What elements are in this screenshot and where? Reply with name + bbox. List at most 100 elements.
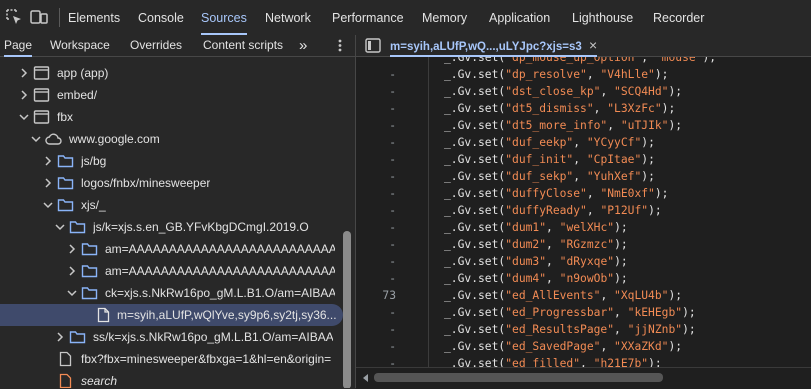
script-file-icon <box>97 307 110 323</box>
code-lines[interactable]: _.Gv.set("dp_mouse_up_option", "mouse");… <box>356 57 811 367</box>
tree-item-app[interactable]: app (app) <box>0 62 343 84</box>
tree-item-folder[interactable]: ss/k=xjs.s.NkRw16po_gM.L.B1.O/am=AIBAAAA… <box>0 326 343 348</box>
tree-item-folder[interactable]: js/bg <box>0 150 343 172</box>
tab-recorder[interactable]: Recorder <box>653 0 704 35</box>
code-line[interactable]: - _.Gv.set("duf_init", "CpItae"); <box>356 151 811 168</box>
code-line[interactable]: - _.Gv.set("dp_resolve", "V4hLle"); <box>356 66 811 83</box>
sources-navigator: Page Workspace Overrides Content scripts… <box>0 35 355 388</box>
code-line[interactable]: - _.Gv.set("ed_ResultsPage", "jjNZnb"); <box>356 321 811 338</box>
tree-item-document[interactable]: fbx?fbx=minesweeper&fbxga=1&hl=en&origin… <box>0 348 343 370</box>
chevron-down-icon[interactable] <box>42 199 54 211</box>
code-line[interactable]: - _.Gv.set("duffyReady", "P12Uf"); <box>356 202 811 219</box>
tree-item-folder[interactable]: logos/fnbx/minesweeper <box>0 172 343 194</box>
more-tabs-icon[interactable]: » <box>299 35 307 56</box>
tab-sources[interactable]: Sources <box>201 0 247 35</box>
line-number[interactable]: - <box>356 100 396 117</box>
line-number[interactable]: - <box>356 168 396 185</box>
device-toolbar-icon[interactable] <box>29 7 49 27</box>
line-number[interactable]: 73 <box>356 287 396 304</box>
tree-item-folder[interactable]: am=AAAAAAAAAAAAAAAAAAAAAAAAAAAAAAAAAAAAA… <box>0 260 343 282</box>
line-number[interactable]: - <box>356 219 396 236</box>
code-line[interactable]: - _.Gv.set("ed_SavedPage", "XXaZKd"); <box>356 338 811 355</box>
line-number[interactable]: - <box>356 83 396 100</box>
code-line[interactable]: - _.Gv.set("duffyClose", "NmE0xf"); <box>356 185 811 202</box>
line-number[interactable]: - <box>356 117 396 134</box>
tree-item-folder[interactable]: am=AAAAAAAAAAAAAAAAAAAAAAAAAAAAAAAAAAAAA… <box>0 238 343 260</box>
tree-item-search[interactable]: search <box>0 370 343 388</box>
code-line[interactable]: - _.Gv.set("duf_sekp", "YuhXef"); <box>356 168 811 185</box>
line-number[interactable]: - <box>356 270 396 287</box>
editor-horizontal-scrollbar[interactable] <box>356 367 811 389</box>
inspect-element-icon[interactable] <box>4 7 24 27</box>
horizontal-scroll-thumb[interactable] <box>374 373 663 382</box>
code-line[interactable]: - _.Gv.set("dst_close_kp", "SCQ4Hd"); <box>356 83 811 100</box>
navigator-tabs: Page Workspace Overrides Content scripts… <box>0 35 355 57</box>
tab-memory[interactable]: Memory <box>422 0 467 35</box>
code-line[interactable]: - _.Gv.set("dum2", "RGzmzc"); <box>356 236 811 253</box>
chevron-down-icon[interactable] <box>54 221 66 233</box>
code-line[interactable]: - _.Gv.set("dum4", "n9owOb"); <box>356 270 811 287</box>
tree-item-label: ss/k=xjs.s.NkRw16po_gM.L.B1.O/am=AIBAAAA… <box>93 330 333 344</box>
code-line[interactable]: 73 _.Gv.set("ed_AllEvents", "XqLU4b"); <box>356 287 811 304</box>
chevron-right-icon[interactable] <box>66 243 78 255</box>
code-line[interactable]: - _.Gv.set("ed_Progressbar", "kEHEgb"); <box>356 304 811 321</box>
chevron-down-icon[interactable] <box>30 133 42 145</box>
tab-console[interactable]: Console <box>138 0 184 35</box>
line-number[interactable]: - <box>356 202 396 219</box>
tree-item-embed[interactable]: embed/ <box>0 84 343 106</box>
chevron-right-icon[interactable] <box>42 155 54 167</box>
tree-item-domain[interactable]: www.google.com <box>0 128 343 150</box>
navigator-scrollbar[interactable] <box>343 231 351 388</box>
chevron-right-icon[interactable] <box>54 331 66 343</box>
tree-item-folder[interactable]: js/k=xjs.s.en_GB.YFvKbgDCmgI.2019.O <box>0 216 343 238</box>
code-line[interactable]: - _.Gv.set("duf_eekp", "YCyyCf"); <box>356 134 811 151</box>
chevron-down-icon[interactable] <box>66 287 78 299</box>
more-options-icon[interactable] <box>336 38 344 53</box>
tab-elements[interactable]: Elements <box>68 0 120 35</box>
line-number[interactable]: - <box>356 134 396 151</box>
tab-content-scripts[interactable]: Content scripts <box>203 35 283 56</box>
toggle-navigator-icon[interactable] <box>365 38 381 53</box>
tab-workspace[interactable]: Workspace <box>50 35 110 56</box>
chevron-right-icon[interactable] <box>42 177 54 189</box>
tab-overrides[interactable]: Overrides <box>130 35 182 56</box>
code-line[interactable]: - _.Gv.set("dum1", "welXHc"); <box>356 219 811 236</box>
tab-page[interactable]: Page <box>4 35 33 57</box>
line-number[interactable]: - <box>356 151 396 168</box>
tab-lighthouse[interactable]: Lighthouse <box>572 0 633 35</box>
tree-item-fbx[interactable]: fbx <box>0 106 343 128</box>
tree-item-folder[interactable]: ck=xjs.s.NkRw16po_gM.L.B1.O/am=AIBAAAAAA… <box>0 282 343 304</box>
line-number[interactable]: - <box>356 304 396 321</box>
code-text: _.Gv.set("dum4", "n9owOb"); <box>444 272 628 285</box>
tree-item-selected-file[interactable]: m=syih,aLUfP,wQlYve,sy9p6,sy2tj,sy36... <box>0 304 343 326</box>
code-line[interactable]: _.Gv.set("dp_mouse_up_option", "mouse"); <box>356 57 811 66</box>
tree-item-folder[interactable]: xjs/_ <box>0 194 343 216</box>
chevron-right-icon[interactable] <box>66 265 78 277</box>
code-text: _.Gv.set("dt5_dismiss", "L3XzFc"); <box>444 102 676 115</box>
line-number[interactable]: - <box>356 236 396 253</box>
code-line[interactable]: - _.Gv.set("dum3", "dRyxqe"); <box>356 253 811 270</box>
chevron-right-icon[interactable] <box>18 67 30 79</box>
chevron-right-icon[interactable] <box>18 89 30 101</box>
chevron-down-icon[interactable] <box>18 111 30 123</box>
script-file-icon <box>59 373 72 388</box>
code-text: _.Gv.set("ed_AllEvents", "XqLU4b"); <box>444 289 683 302</box>
tab-performance[interactable]: Performance <box>332 0 404 35</box>
tab-network[interactable]: Network <box>265 0 311 35</box>
code-line[interactable]: - _.Gv.set("ed_filled", "h21E7b"); <box>356 355 811 367</box>
editor-file-tab[interactable]: m=syih,aLUfP,wQ...,uLYJpc?xjs=s3 × <box>390 35 598 57</box>
line-number[interactable]: - <box>356 355 396 367</box>
code-line[interactable]: - _.Gv.set("dt5_more_info", "uTJIk"); <box>356 117 811 134</box>
line-number[interactable]: - <box>356 66 396 83</box>
close-tab-icon[interactable]: × <box>589 37 597 53</box>
tree-item-label: www.google.com <box>69 132 160 146</box>
line-number[interactable]: - <box>356 321 396 338</box>
code-text: _.Gv.set("duffyReady", "P12Uf"); <box>444 204 662 217</box>
code-text: _.Gv.set("dt5_more_info", "uTJIk"); <box>444 119 683 132</box>
scroll-left-icon[interactable] <box>362 374 370 382</box>
line-number[interactable]: - <box>356 338 396 355</box>
line-number[interactable]: - <box>356 185 396 202</box>
code-line[interactable]: - _.Gv.set("dt5_dismiss", "L3XzFc"); <box>356 100 811 117</box>
tab-application[interactable]: Application <box>489 0 550 35</box>
line-number[interactable]: - <box>356 253 396 270</box>
